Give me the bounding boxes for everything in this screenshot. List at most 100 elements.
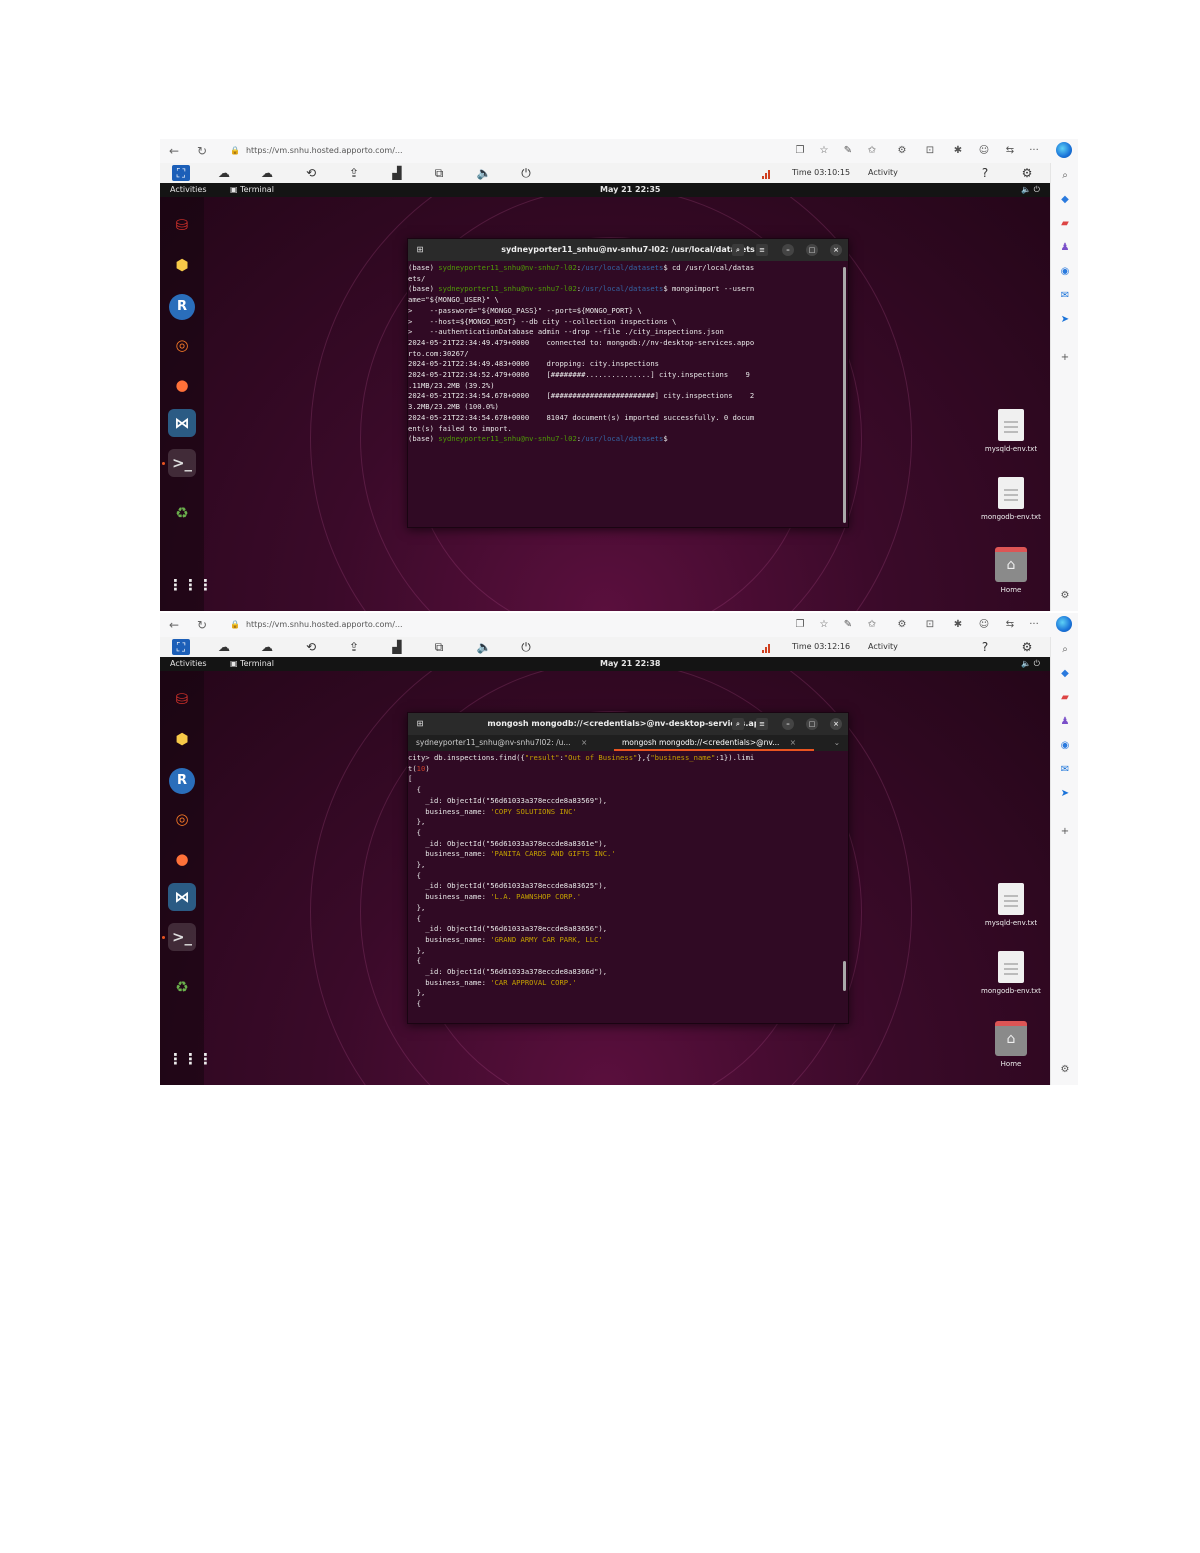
show-apps-icon[interactable]: ⋮⋮⋮ [168,1045,213,1073]
tag-icon[interactable]: ◆ [1057,667,1073,681]
share-icon[interactable]: ⇪ [345,639,363,655]
terminal-dock-icon[interactable]: >_ [168,449,196,477]
more-icon[interactable]: ··· [1026,143,1042,159]
activity-label[interactable]: Activity [868,640,898,654]
help-icon[interactable]: ? [976,165,994,181]
new-tab-icon[interactable]: ⊞ [414,718,426,730]
mysql-workbench-icon[interactable]: ⋈ [168,883,196,911]
shopping-icon[interactable]: ▰ [1057,691,1073,705]
desktop-home-folder[interactable]: ⌂ Home [976,1021,1046,1068]
minimize-icon[interactable]: – [782,244,794,256]
sidebar-settings-icon[interactable]: ⚙ [1057,589,1073,603]
settings-icon[interactable]: ⚙ [1018,165,1036,181]
collections-icon[interactable]: ⚙ [894,617,910,633]
share-icon[interactable]: ⇆ [1002,617,1018,633]
search-icon[interactable]: ⌕ [732,718,744,730]
monitor-icon[interactable]: ⧉ [430,165,448,181]
add-icon[interactable]: + [1057,351,1073,365]
desktop-file-mysqld-env[interactable]: mysqld-env.txt [976,883,1046,927]
help-icon[interactable]: ? [976,639,994,655]
favorites-icon[interactable]: ✩ [864,143,880,159]
back-icon[interactable]: ← [166,617,182,633]
terminal-window[interactable]: ⊞ mongosh mongodb://<credentials>@nv-des… [407,712,849,1024]
sync-icon[interactable]: ⟲ [302,165,320,181]
jupyter-icon[interactable]: ◎ [168,805,196,833]
share-icon[interactable]: ⇆ [1002,143,1018,159]
fullscreen-icon[interactable]: ⛶ [172,165,190,181]
maximize-icon[interactable]: □ [806,718,818,730]
activities-button[interactable]: Activities [170,183,207,197]
star-icon[interactable]: ☆ [816,617,832,633]
signal-icon[interactable]: ▟ [388,165,406,181]
terminal-output[interactable]: city> db.inspections.find({"result":"Out… [408,751,848,1023]
show-apps-icon[interactable]: ⋮⋮⋮ [168,571,213,599]
outlook-icon[interactable]: ✉ [1057,763,1073,777]
search-icon[interactable]: ⌕ [1057,169,1073,183]
desktop-home-folder[interactable]: ⌂ Home [976,547,1046,594]
office-icon[interactable]: ◉ [1057,265,1073,279]
maximize-icon[interactable]: □ [806,244,818,256]
dock-app-icon[interactable]: ⛁ [168,211,196,239]
send-icon[interactable]: ➤ [1057,313,1073,327]
close-icon[interactable]: × [830,244,842,256]
new-tab-icon[interactable]: ⊞ [414,244,426,256]
copilot-icon[interactable] [1056,142,1072,158]
refresh-icon[interactable]: ↻ [194,617,210,633]
system-tray[interactable]: 🔈 ⏻ [1021,183,1040,197]
signal-icon[interactable]: ▟ [388,639,406,655]
app-menu-terminal[interactable]: ▣ Terminal [230,657,274,671]
sidebar-settings-icon[interactable]: ⚙ [1057,1063,1073,1077]
r-icon[interactable]: R [169,294,195,320]
games-icon[interactable]: ♟ [1057,715,1073,729]
terminal-tab-shell[interactable]: sydneyporter11_snhu@nv-snhu7l02: /u... × [408,735,616,751]
menu-icon[interactable]: ≡ [756,718,768,730]
firefox-icon[interactable]: ● [168,845,196,873]
fullscreen-icon[interactable]: ⛶ [172,639,190,655]
python-icon[interactable]: ⬢ [168,251,196,279]
minimize-icon[interactable]: – [782,718,794,730]
trash-icon[interactable]: ♻ [168,973,196,1001]
favorites-icon[interactable]: ✩ [864,617,880,633]
close-tab-icon[interactable]: × [581,738,587,747]
tab-icon[interactable]: ❐ [792,617,808,633]
terminal-titlebar[interactable]: ⊞ mongosh mongodb://<credentials>@nv-des… [408,713,848,735]
settings-icon[interactable]: ⚙ [1018,639,1036,655]
split-icon[interactable]: ⊡ [922,617,938,633]
outlook-icon[interactable]: ✉ [1057,289,1073,303]
python-icon[interactable]: ⬢ [168,725,196,753]
collections-icon[interactable]: ⚙ [894,143,910,159]
terminal-tab-mongosh[interactable]: mongosh mongodb://<credentials>@nv... × [614,735,814,751]
firefox-icon[interactable]: ● [168,371,196,399]
search-icon[interactable]: ⌕ [1057,643,1073,657]
activity-label[interactable]: Activity [868,166,898,180]
mysql-workbench-icon[interactable]: ⋈ [168,409,196,437]
close-tab-icon[interactable]: × [790,738,796,747]
add-icon[interactable]: + [1057,825,1073,839]
split-icon[interactable]: ⊡ [922,143,938,159]
shopping-icon[interactable]: ▰ [1057,217,1073,231]
desktop-file-mongodb-env[interactable]: mongodb-env.txt [976,477,1046,521]
profile-icon[interactable]: ☺ [976,143,992,159]
monitor-icon[interactable]: ⧉ [430,639,448,655]
r-icon[interactable]: R [169,768,195,794]
puzzle-icon[interactable]: ✱ [950,617,966,633]
puzzle-icon[interactable]: ✱ [950,143,966,159]
terminal-output[interactable]: (base) sydneyporter11_snhu@nv-snhu7-l02:… [408,261,848,525]
clock[interactable]: May 21 22:35 [600,183,661,197]
sync-icon[interactable]: ⟲ [302,639,320,655]
terminal-window[interactable]: ⊞ sydneyporter11_snhu@nv-snhu7-l02: /usr… [407,238,849,528]
dock-app-icon[interactable]: ⛁ [168,685,196,713]
office-icon[interactable]: ◉ [1057,739,1073,753]
back-icon[interactable]: ← [166,143,182,159]
trash-icon[interactable]: ♻ [168,499,196,527]
share-icon[interactable]: ⇪ [345,165,363,181]
download-icon[interactable]: ☁ [258,165,276,181]
extensions-icon[interactable]: ✎ [840,617,856,633]
close-icon[interactable]: × [830,718,842,730]
profile-icon[interactable]: ☺ [976,617,992,633]
copilot-icon[interactable] [1056,616,1072,632]
system-tray[interactable]: 🔈 ⏻ [1021,657,1040,671]
clock[interactable]: May 21 22:38 [600,657,661,671]
volume-icon[interactable]: 🔈 [475,639,493,655]
address-bar[interactable]: 🔒 https://vm.snhu.hosted.apporto.com/... [230,144,790,158]
